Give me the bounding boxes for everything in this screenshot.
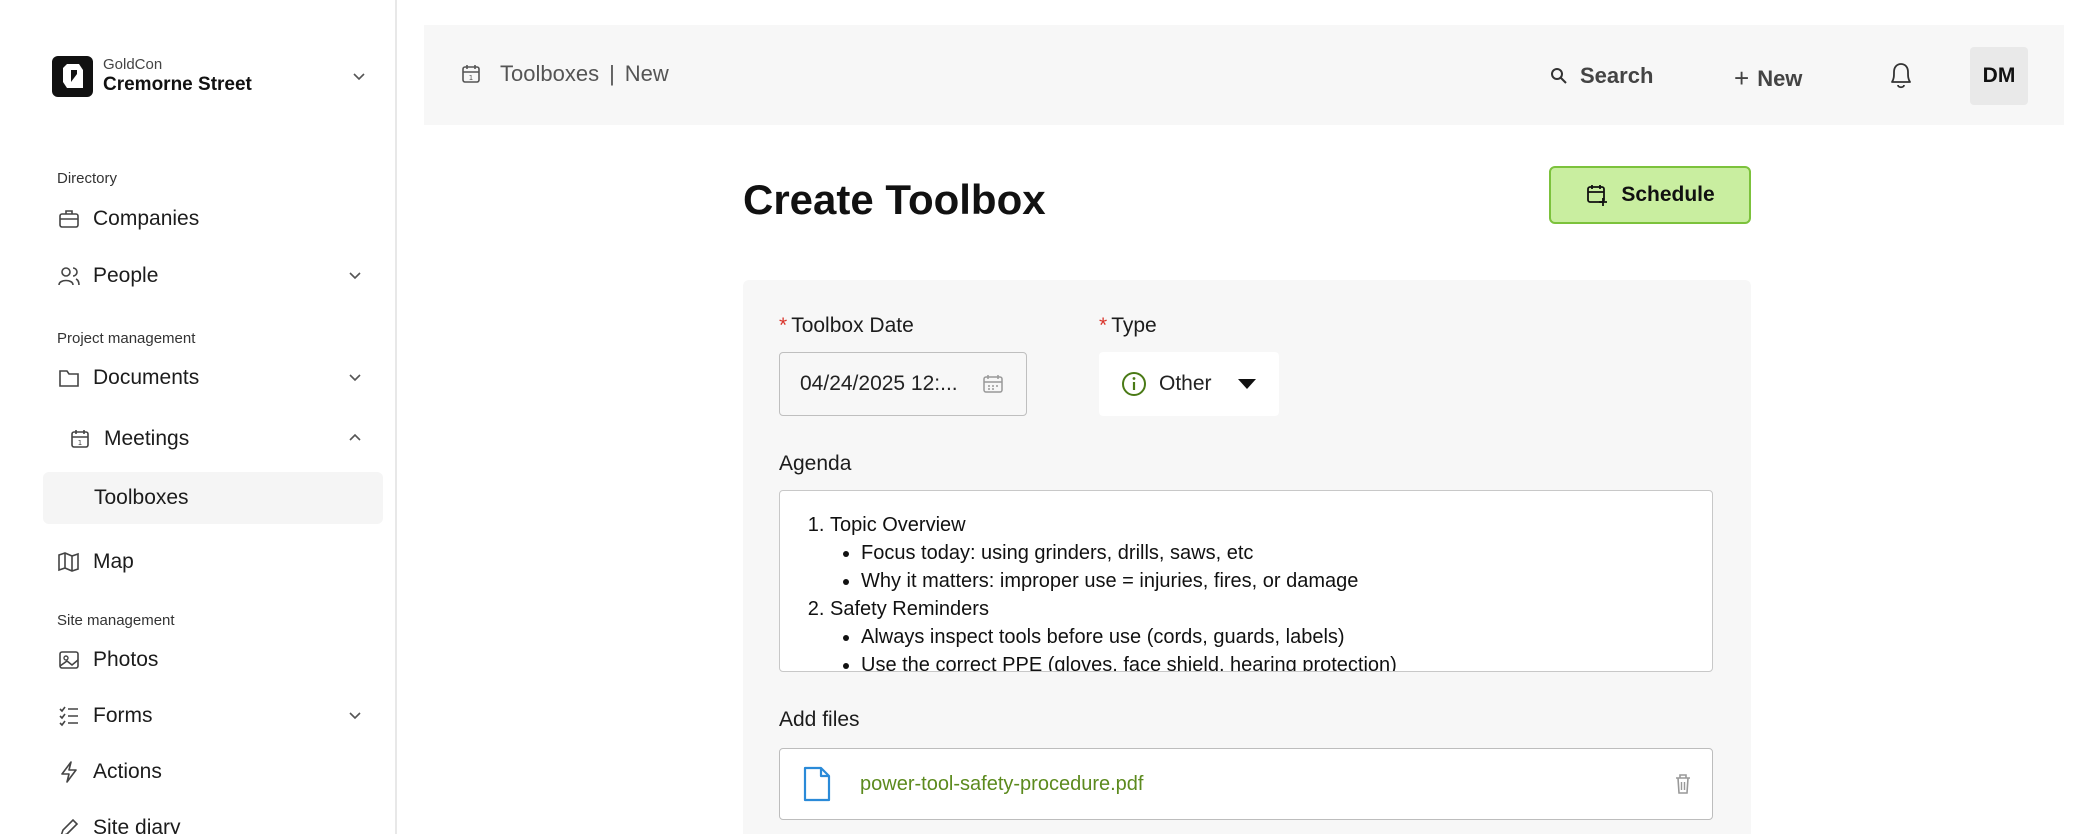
calendar-icon: 1 (68, 427, 92, 451)
people-icon (57, 264, 81, 288)
chevron-up-icon (349, 433, 361, 441)
sidebar-item-label: Photos (93, 648, 159, 671)
agenda-bullet: Focus today: using grinders, drills, saw… (861, 539, 1712, 567)
sidebar-item-label: Map (93, 550, 134, 573)
chevron-down-icon (349, 712, 361, 720)
bell-icon[interactable] (1887, 59, 1915, 91)
search-icon (1551, 68, 1567, 84)
sidebar-item-forms[interactable]: Forms (43, 692, 383, 740)
calendar-icon[interactable] (982, 373, 1004, 395)
sidebar-item-label: Site diary (93, 816, 181, 834)
agenda-label: Agenda (779, 452, 852, 475)
sidebar-item-companies[interactable]: Companies (43, 195, 383, 243)
date-field-label: * Toolbox Date (779, 314, 914, 337)
sidebar-item-map[interactable]: Map (43, 538, 383, 586)
toolbox-date-field[interactable]: 04/24/2025 12:... (779, 352, 1027, 416)
search-label: Search (1580, 63, 1654, 88)
new-button[interactable]: + New (1734, 63, 1802, 94)
section-site-management: Site management (57, 612, 175, 629)
agenda-bullet: Always inspect tools before use (cords, … (861, 623, 1712, 651)
pencil-icon (57, 816, 81, 834)
agenda-bullet: Use the correct PPE (gloves, face shield… (861, 651, 1712, 671)
schedule-button[interactable]: Schedule (1549, 166, 1751, 224)
file-name-link[interactable]: power-tool-safety-procedure.pdf (860, 773, 1143, 796)
agenda-item: Topic Overview Focus today: using grinde… (830, 511, 1712, 595)
lightning-icon (57, 760, 81, 784)
folder-icon (57, 366, 81, 390)
agenda-item: Safety Reminders Always inspect tools be… (830, 595, 1712, 671)
sidebar-item-site-diary[interactable]: Site diary (43, 804, 383, 834)
files-label: Add files (779, 708, 860, 731)
agenda-bullet: Why it matters: improper use = injuries,… (861, 567, 1712, 595)
breadcrumb-separator: | (609, 61, 615, 86)
sidebar-item-label: Forms (93, 704, 153, 727)
section-directory: Directory (57, 170, 118, 187)
chevron-down-icon (349, 374, 361, 382)
agenda-editor[interactable]: Topic Overview Focus today: using grinde… (779, 490, 1713, 672)
toolbox-form: * Toolbox Date 04/24/2025 12:... * Type Ot… (743, 280, 1751, 834)
schedule-label: Schedule (1621, 183, 1715, 206)
calendar-plus-icon (1587, 185, 1608, 206)
trash-icon[interactable] (1674, 773, 1692, 795)
org-sub: GoldCon (103, 56, 163, 74)
svg-text:1: 1 (469, 74, 473, 82)
chevron-down-icon (353, 73, 365, 81)
type-value: Other (1159, 372, 1212, 395)
page-title: Create Toolbox (743, 176, 1046, 223)
avatar[interactable]: DM (1970, 47, 2028, 105)
type-select[interactable]: Other (1099, 352, 1279, 416)
sidebar-item-photos[interactable]: Photos (43, 636, 383, 684)
sidebar-item-documents[interactable]: Documents (43, 354, 383, 402)
required-mark: * (779, 314, 788, 337)
briefcase-icon (57, 207, 81, 231)
sidebar-item-label: Companies (93, 207, 200, 230)
plus-icon: + (1734, 63, 1750, 93)
sidebar: GoldCon Cremorne Street Directory Compan… (0, 0, 397, 834)
info-icon (1122, 372, 1146, 396)
sidebar-item-toolboxes[interactable]: Toolboxes (43, 472, 383, 524)
caret-down-icon (1238, 379, 1256, 389)
search-button[interactable]: Search (1550, 63, 1653, 89)
breadcrumb-parent[interactable]: Toolboxes (500, 61, 599, 87)
sidebar-item-label: People (93, 264, 159, 287)
sidebar-item-label: Actions (93, 760, 162, 783)
sidebar-item-actions[interactable]: Actions (43, 748, 383, 796)
file-icon (803, 766, 831, 802)
sidebar-item-label: Meetings (104, 427, 190, 450)
sidebar-item-label: Toolboxes (94, 486, 189, 509)
file-item: power-tool-safety-procedure.pdf (779, 748, 1713, 820)
breadcrumb-current: New (624, 61, 669, 86)
sidebar-item-label: Documents (93, 366, 200, 389)
svg-text:1: 1 (78, 439, 82, 447)
map-icon (57, 550, 81, 574)
org-switcher[interactable]: GoldCon Cremorne Street (52, 54, 372, 98)
calendar-icon: 1 (462, 65, 480, 83)
section-project-management: Project management (57, 330, 196, 347)
sidebar-item-meetings[interactable]: 1 Meetings (43, 415, 383, 463)
top-header: 1 Toolboxes | New Search + New DM (424, 25, 2064, 125)
new-label: New (1757, 65, 1803, 91)
date-value: 04/24/2025 12:... (800, 372, 958, 395)
photo-icon (57, 648, 81, 672)
type-field-label: * Type (1099, 314, 1157, 337)
chevron-down-icon (349, 272, 361, 280)
checklist-icon (57, 704, 81, 728)
sidebar-item-people[interactable]: People (43, 252, 383, 300)
org-logo-icon (52, 55, 93, 97)
breadcrumb: 1 Toolboxes | New (460, 61, 669, 87)
org-name: Cremorne Street (103, 73, 252, 95)
required-mark: * (1099, 314, 1108, 337)
